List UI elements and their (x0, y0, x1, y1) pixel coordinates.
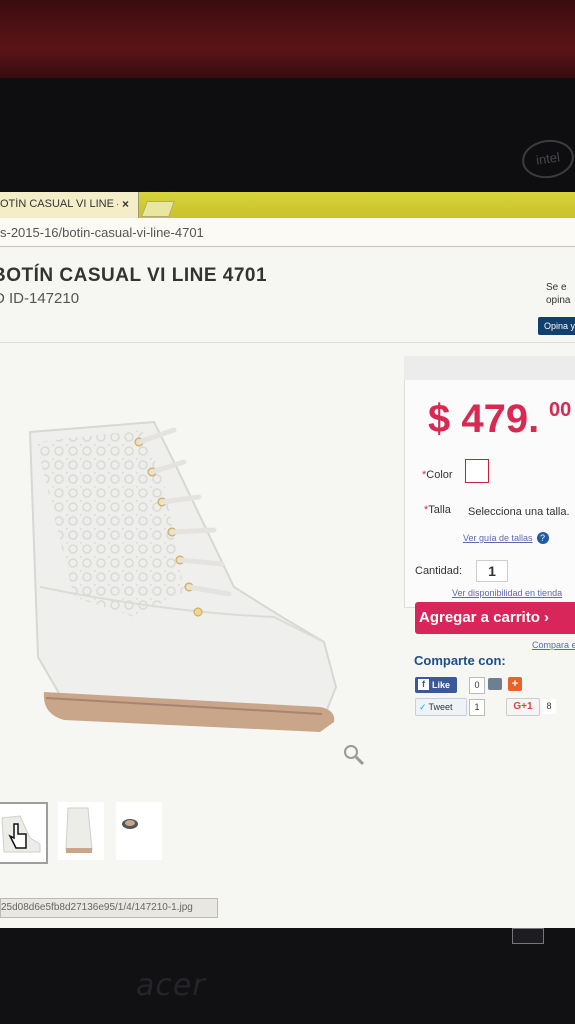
facebook-like-count: 0 (469, 677, 485, 694)
share-title: Comparte con: (414, 653, 506, 668)
availability-link[interactable]: Ver disponibilidad en tienda (452, 588, 562, 598)
color-label: Color (426, 469, 453, 481)
thumbnail-1[interactable] (0, 802, 48, 864)
product-image[interactable] (24, 402, 344, 742)
twitter-icon: ✓ (419, 702, 427, 712)
compare-link[interactable]: Compara el (532, 640, 575, 650)
size-guide-link: Ver guía de tallas (463, 533, 533, 543)
thumbnail-3[interactable] (116, 802, 162, 860)
address-bar[interactable]: s-2015-16/botin-casual-vi-line-4701 (0, 218, 575, 247)
monitor-bezel-top (0, 78, 575, 198)
price-decimals: 00 (549, 399, 572, 421)
facebook-icon: f (418, 679, 429, 690)
size-label: Talla (428, 504, 451, 516)
tweet-label: Tweet (428, 702, 453, 712)
page-title: BOTÍN CASUAL VI LINE 4701 (0, 265, 268, 286)
color-label-wrap: *Color (422, 469, 453, 481)
chevron-right-icon: › (539, 609, 550, 626)
quantity-label: Cantidad: (415, 565, 463, 577)
divider (0, 342, 575, 343)
color-swatch[interactable] (465, 459, 489, 483)
thumbnail-2[interactable] (58, 802, 104, 860)
price-box-header (404, 356, 575, 380)
email-share-icon[interactable] (488, 678, 502, 690)
rate-text: Se e opina (546, 282, 571, 306)
boot-illustration (28, 420, 338, 732)
monitor-bezel-bottom (0, 928, 575, 1024)
browser-screen: OTÍN CASUAL VI LINE 47 × s-2015-16/botin… (0, 192, 575, 928)
tab-bar: OTÍN CASUAL VI LINE 47 × (0, 192, 575, 218)
boot-thumbnail-icon (65, 807, 93, 853)
sole-thumbnail-icon (122, 819, 138, 829)
quantity-input[interactable]: 1 (476, 560, 508, 582)
help-icon: ? (536, 532, 549, 544)
google-plus-count: 8 (542, 699, 556, 714)
hand-cursor-icon (1, 815, 41, 853)
size-select[interactable]: Selecciona una talla. (468, 506, 570, 518)
product-page: BOTÍN CASUAL VI LINE 4701 D ID-147210 Se… (0, 247, 575, 928)
add-to-cart-button[interactable]: Agregar a carrito › (415, 602, 575, 634)
background-wall (0, 0, 575, 88)
tab-close-button[interactable]: × (122, 197, 129, 211)
add-to-cart-label: Agregar a carrito (419, 609, 540, 626)
thumbnail-strip (0, 802, 200, 864)
facebook-like-button[interactable]: f Like (415, 677, 457, 693)
brand-logo: acer (136, 968, 206, 1003)
tweet-count: 1 (469, 699, 485, 716)
new-tab-button[interactable] (141, 201, 175, 217)
size-guide-link-wrap[interactable]: Ver guía de tallas? (463, 532, 549, 544)
tab-product[interactable]: OTÍN CASUAL VI LINE 47 × (0, 192, 139, 218)
keyboard-icon[interactable] (512, 928, 544, 944)
facebook-like-label: Like (432, 680, 451, 690)
url-text: s-2015-16/botin-casual-vi-line-4701 (0, 225, 204, 240)
zoom-icon[interactable] (343, 744, 365, 766)
product-id: D ID-147210 (0, 290, 80, 307)
share-plus-icon[interactable]: + (508, 677, 522, 691)
rate-button[interactable]: Opina y (538, 317, 575, 335)
price: $ 479. (428, 397, 540, 441)
status-bar: 25d08d6e5fb8d27136e95/1/4/147210-1.jpg (0, 898, 218, 918)
tab-title: OTÍN CASUAL VI LINE 47 (0, 198, 118, 210)
size-label-wrap: *Talla (424, 504, 451, 516)
google-plus-button[interactable]: G+1 (506, 698, 540, 716)
tweet-button[interactable]: ✓ Tweet (415, 698, 467, 716)
